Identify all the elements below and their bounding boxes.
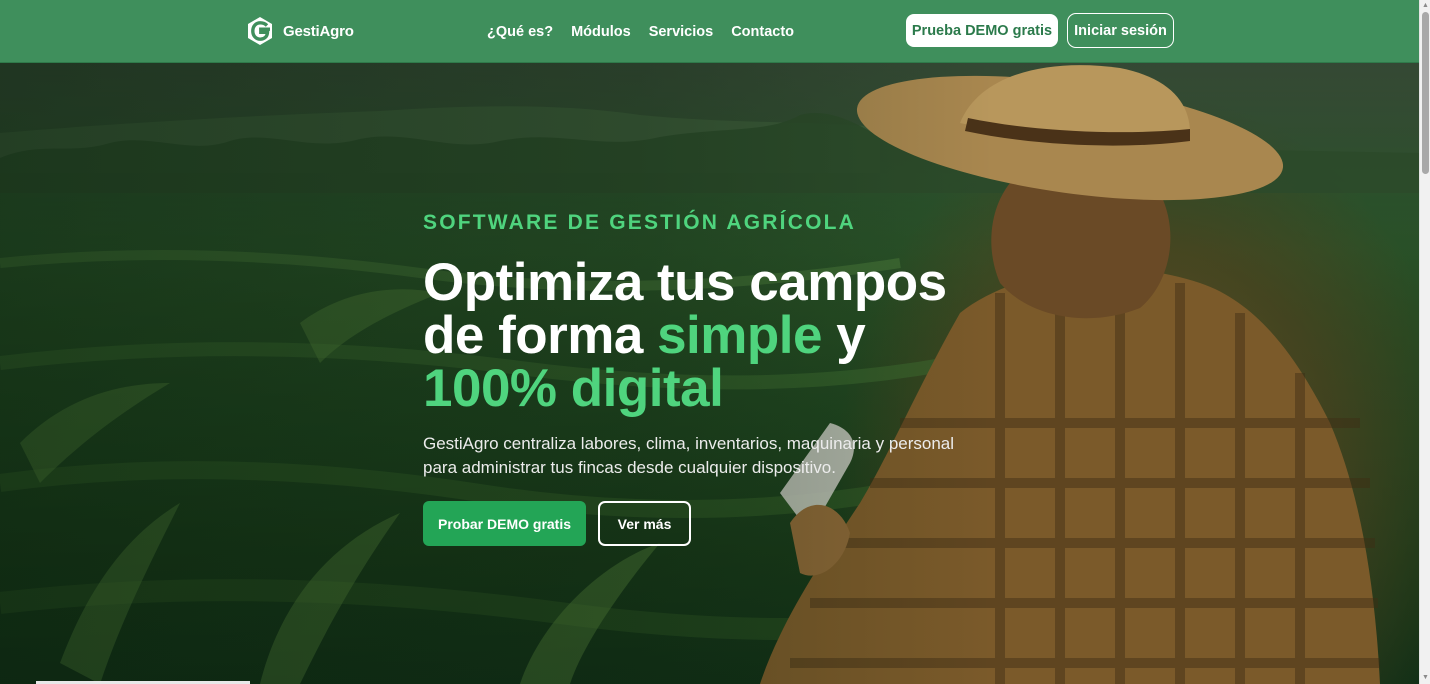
nav-item-contacto[interactable]: Contacto (731, 24, 794, 40)
headline-line-2a: de forma (423, 306, 658, 365)
hero-eyebrow: SOFTWARE DE GESTIÓN AGRÍCOLA (423, 211, 856, 234)
brand-logo-link[interactable]: GestiAgro (246, 15, 354, 47)
hero-section: SOFTWARE DE GESTIÓN AGRÍCOLA Optimiza tu… (0, 63, 1419, 684)
nav-item-modulos[interactable]: Módulos (571, 24, 631, 40)
hero-actions: Probar DEMO gratis Ver más (423, 501, 1023, 546)
headline-line-2b: y (821, 306, 866, 365)
brand-name: GestiAgro (283, 22, 354, 40)
main-nav: ¿Qué es? Módulos Servicios Contacto (487, 0, 794, 63)
hero-content: SOFTWARE DE GESTIÓN AGRÍCOLA Optimiza tu… (423, 206, 1023, 546)
header-demo-button[interactable]: Prueba DEMO gratis (906, 14, 1058, 47)
g-leaf-logo-icon (248, 17, 272, 45)
nav-item-servicios[interactable]: Servicios (649, 24, 714, 40)
login-button[interactable]: Iniciar sesión (1067, 13, 1174, 48)
headline-highlight-simple: simple (657, 306, 822, 365)
scroll-up-arrow-icon[interactable]: ▲ (1422, 2, 1429, 10)
headline-line-1: Optimiza tus campos (423, 253, 947, 312)
try-demo-button[interactable]: Probar DEMO gratis (423, 501, 586, 546)
hero-description: GestiAgro centraliza labores, clima, inv… (423, 434, 955, 477)
headline-highlight-digital: 100% digital (423, 359, 724, 418)
page-viewport: GestiAgro ¿Qué es? Módulos Servicios Con… (0, 0, 1419, 684)
scroll-down-arrow-icon[interactable]: ▼ (1422, 674, 1429, 682)
hero-headline: Optimiza tus campos de forma simple y 10… (423, 256, 1023, 415)
vertical-scrollbar[interactable]: ▲ ▼ (1419, 0, 1430, 684)
scrollbar-thumb[interactable] (1422, 12, 1429, 174)
nav-item-que-es[interactable]: ¿Qué es? (487, 24, 553, 40)
see-more-button[interactable]: Ver más (598, 501, 691, 546)
site-header: GestiAgro ¿Qué es? Módulos Servicios Con… (0, 0, 1419, 63)
